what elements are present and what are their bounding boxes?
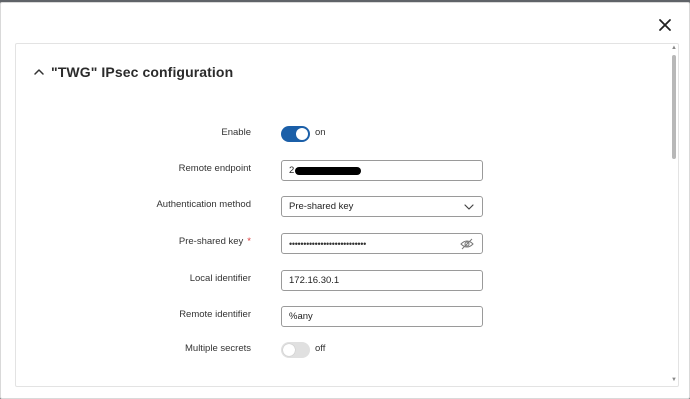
remote-identifier-value: %any [289, 311, 313, 322]
remote-endpoint-input[interactable]: 2 [281, 160, 483, 181]
scroll-thumb[interactable] [672, 55, 676, 159]
toggle-knob [283, 344, 295, 356]
close-icon[interactable] [656, 16, 674, 34]
ipsec-config-panel: "TWG" IPsec configuration Enable on Remo… [15, 43, 679, 387]
pre-shared-key-label: Pre-shared key * [179, 236, 251, 247]
section-title: "TWG" IPsec configuration [51, 64, 234, 80]
remote-endpoint-label: Remote endpoint [178, 163, 251, 174]
pre-shared-key-value: ••••••••••••••••••••••••••• [289, 238, 366, 249]
enable-label: Enable [221, 127, 251, 138]
auth-method-row: Authentication method Pre-shared key [16, 196, 636, 218]
remote-identifier-label: Remote identifier [179, 309, 251, 320]
enable-state-text: on [315, 127, 326, 138]
pre-shared-key-input[interactable]: ••••••••••••••••••••••••••• [281, 233, 483, 254]
local-identifier-value: 172.16.30.1 [289, 275, 340, 286]
eye-off-icon[interactable] [460, 238, 474, 250]
remote-endpoint-row: Remote endpoint 2 [16, 160, 636, 182]
chevron-up-icon[interactable] [33, 66, 45, 78]
local-identifier-row: Local identifier 172.16.30.1 [16, 270, 636, 292]
scroll-down-arrow-icon[interactable]: ▼ [671, 377, 677, 383]
remote-endpoint-value: 2 [289, 165, 295, 176]
vertical-scrollbar[interactable]: ▲ ▼ [669, 45, 679, 385]
local-identifier-input[interactable]: 172.16.30.1 [281, 270, 483, 291]
pre-shared-key-label-text: Pre-shared key [178, 236, 244, 247]
auth-method-label: Authentication method [156, 199, 251, 210]
chevron-down-icon [464, 204, 474, 210]
auth-method-select[interactable]: Pre-shared key [281, 196, 483, 217]
remote-identifier-row: Remote identifier %any [16, 306, 636, 328]
toggle-knob [296, 128, 308, 140]
scroll-up-arrow-icon[interactable]: ▲ [671, 45, 677, 51]
pre-shared-key-row: Pre-shared key * ••••••••••••••••••••••••… [16, 233, 636, 255]
local-identifier-label: Local identifier [189, 273, 251, 284]
multiple-secrets-state-text: off [315, 343, 326, 354]
multiple-secrets-toggle[interactable] [281, 342, 310, 358]
section-header[interactable]: "TWG" IPsec configuration [33, 64, 233, 80]
enable-toggle[interactable] [281, 126, 310, 142]
required-marker: * [247, 236, 251, 247]
ipsec-config-dialog: "TWG" IPsec configuration Enable on Remo… [0, 2, 690, 399]
enable-row: Enable on [16, 124, 636, 146]
multiple-secrets-label: Multiple secrets [185, 343, 251, 354]
auth-method-value: Pre-shared key [289, 201, 354, 212]
remote-identifier-input[interactable]: %any [281, 306, 483, 327]
multiple-secrets-row: Multiple secrets off [16, 340, 636, 362]
redaction-mark [295, 166, 362, 175]
